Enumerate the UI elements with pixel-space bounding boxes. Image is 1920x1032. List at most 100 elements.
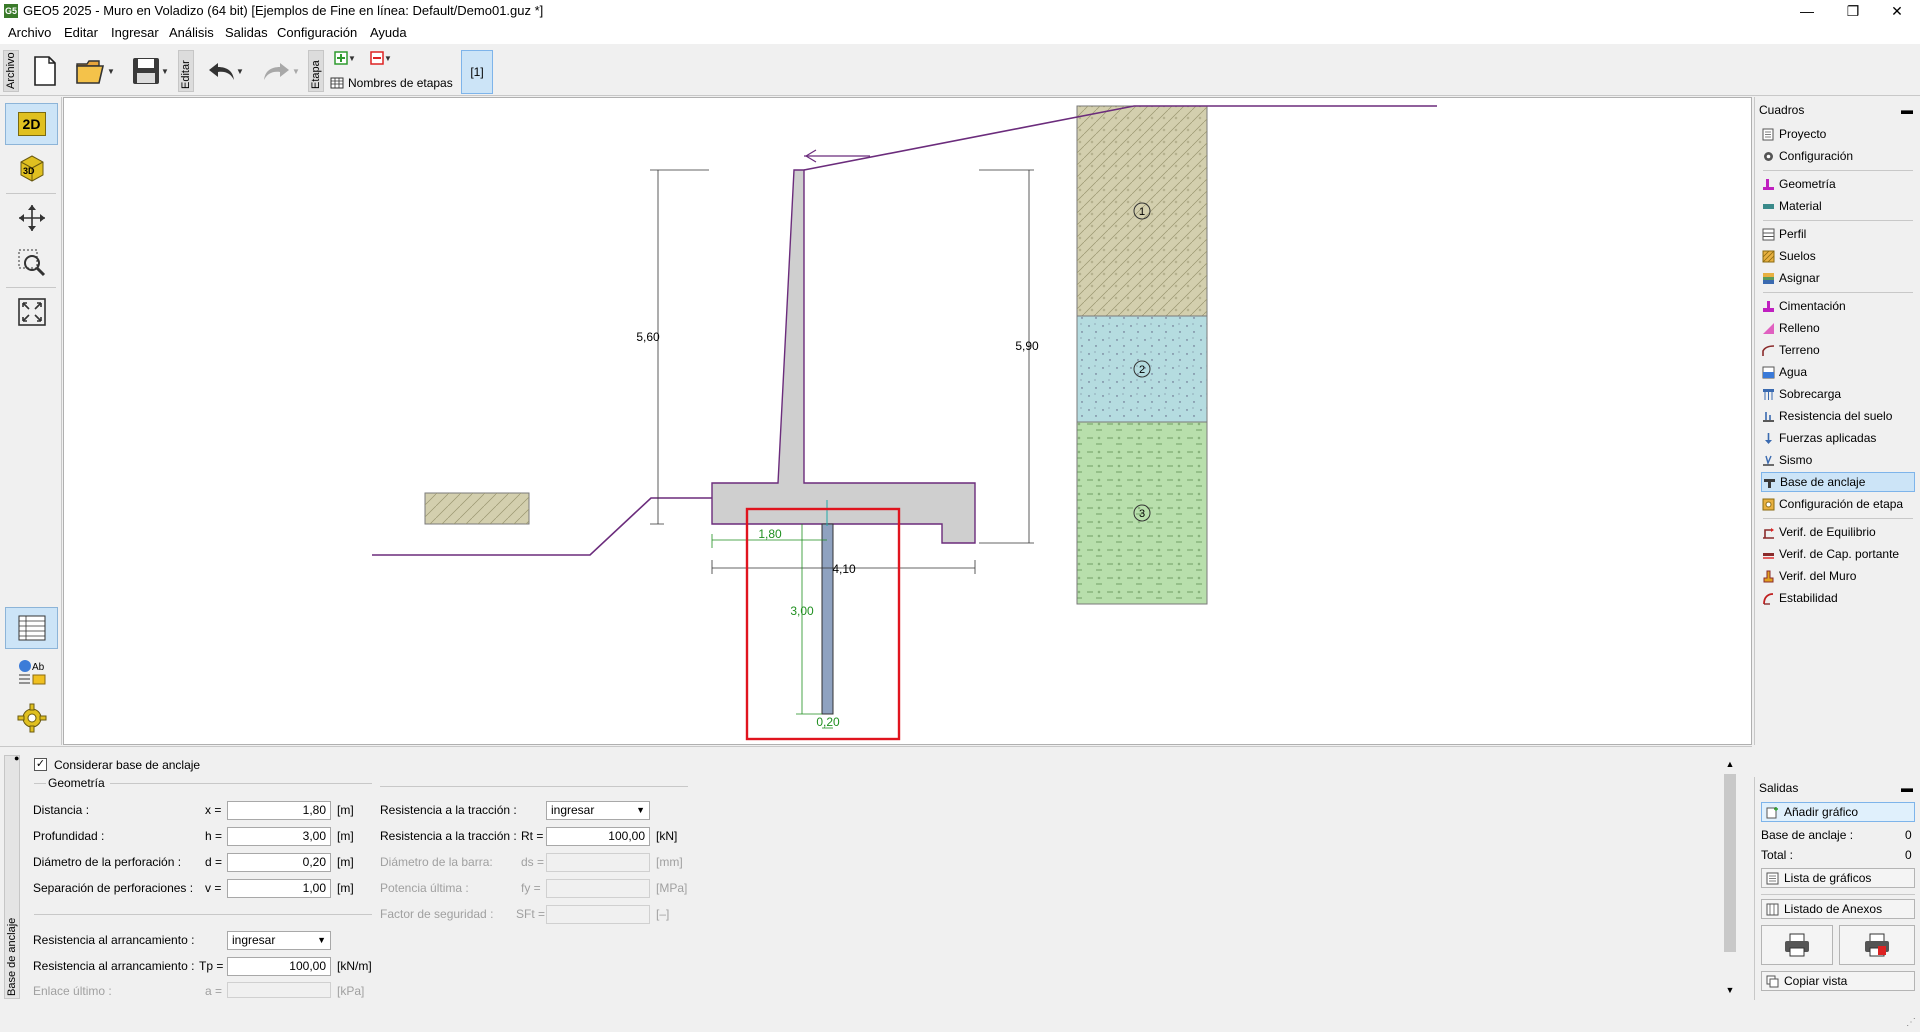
frame-sismo[interactable]: Sismo: [1761, 450, 1915, 470]
add-graphic-button[interactable]: Añadir gráfico: [1761, 802, 1915, 822]
frame-asignar[interactable]: Asignar: [1761, 268, 1915, 288]
frame-configuracion-etapa[interactable]: Configuración de etapa: [1761, 494, 1915, 514]
frame-estabilidad[interactable]: Estabilidad: [1761, 588, 1915, 608]
frame-terreno[interactable]: Terreno: [1761, 340, 1915, 360]
settings-button[interactable]: [5, 697, 58, 739]
add-graphic-icon: [1766, 805, 1780, 819]
save-button[interactable]: ▼: [126, 54, 174, 88]
document-icon: [1761, 127, 1775, 141]
safety-factor-symbol: SFt =: [516, 907, 546, 921]
geometry-section-title: Geometría: [48, 776, 105, 790]
equilibrium-icon: [1761, 525, 1775, 539]
new-file-button[interactable]: [30, 54, 60, 88]
print-export-button[interactable]: [1839, 925, 1915, 965]
frame-sobrecarga[interactable]: Sobrecarga: [1761, 384, 1915, 404]
view-2d-button[interactable]: 2D: [5, 103, 58, 145]
menu-editar[interactable]: Editar: [64, 25, 98, 40]
menu-analisis[interactable]: Análisis: [169, 25, 214, 40]
consider-anchor-base-checkbox[interactable]: ✓: [34, 758, 47, 771]
bar-diameter-label: Diámetro de la barra:: [380, 855, 493, 869]
total-count: 0: [1905, 848, 1912, 862]
remove-stage-icon: [370, 51, 384, 65]
menu-configuracion[interactable]: Configuración: [277, 25, 357, 40]
restore-button[interactable]: ❐: [1830, 0, 1876, 22]
frame-cimentacion[interactable]: Cimentación: [1761, 296, 1915, 316]
zoom-button[interactable]: [5, 242, 58, 284]
frame-resistencia-suelo[interactable]: Resistencia del suelo: [1761, 406, 1915, 426]
spacing-input[interactable]: 1,00: [227, 879, 331, 898]
pin-icon[interactable]: ●: [14, 753, 19, 763]
pullout-input[interactable]: 100,00: [227, 957, 331, 976]
table-view-button[interactable]: [5, 607, 58, 649]
anchor-base-input-panel: Base de anclaje ● ✓ Considerar base de a…: [0, 746, 1752, 1000]
menu-ingresar[interactable]: Ingresar: [111, 25, 159, 40]
undo-button[interactable]: ▼: [200, 54, 250, 88]
frame-geometria[interactable]: Geometría: [1761, 174, 1915, 194]
remove-stage-button[interactable]: ▼: [366, 50, 396, 66]
list-icon: [1766, 871, 1780, 885]
close-button[interactable]: ✕: [1874, 0, 1920, 22]
soils-icon: [1761, 249, 1775, 263]
menu-salidas[interactable]: Salidas: [225, 25, 268, 40]
pullout-mode-label: Resistencia al arrancamiento :: [33, 933, 195, 947]
stage-1-button[interactable]: [1]: [461, 50, 493, 94]
diameter-input[interactable]: 0,20: [227, 853, 331, 872]
frame-suelos[interactable]: Suelos: [1761, 246, 1915, 266]
svg-text:3D: 3D: [23, 166, 35, 176]
pullout-mode-select[interactable]: ingresar ▼: [227, 931, 331, 950]
redo-button[interactable]: ▼: [256, 54, 306, 88]
dim-pile-diameter: 0,20: [816, 715, 840, 729]
collapse-outputs-button[interactable]: ▬: [1901, 781, 1913, 795]
frame-fuerzas-aplicadas[interactable]: Fuerzas aplicadas: [1761, 428, 1915, 448]
spacing-label: Separación de perforaciones :: [33, 881, 194, 895]
soil-label-3: 3: [1139, 508, 1145, 520]
open-file-button[interactable]: ▼: [70, 54, 120, 88]
styles-icon: Ab: [18, 660, 45, 685]
frame-base-de-anclaje[interactable]: Base de anclaje: [1761, 472, 1915, 492]
collapse-frames-button[interactable]: ▬: [1901, 103, 1913, 117]
minimize-button[interactable]: —: [1784, 0, 1830, 22]
frame-relleno[interactable]: Relleno: [1761, 318, 1915, 338]
printer-export-icon: [1865, 933, 1889, 957]
print-button[interactable]: [1761, 925, 1833, 965]
menu-ayuda[interactable]: Ayuda: [370, 25, 407, 40]
ultimate-strength-input: [546, 879, 650, 898]
pan-button[interactable]: [5, 197, 58, 239]
anchor-base-tab[interactable]: Base de anclaje: [4, 755, 20, 999]
copy-view-button[interactable]: Copiar vista: [1761, 971, 1915, 991]
zoom-fit-button[interactable]: [5, 291, 58, 333]
tensile-symbol: Rt =: [521, 829, 544, 843]
scroll-down-button[interactable]: ▼: [1722, 982, 1738, 998]
view-3d-button[interactable]: 3D: [5, 147, 58, 189]
frame-verif-equilibrio[interactable]: Verif. de Equilibrio: [1761, 522, 1915, 542]
bond-unit: [kPa]: [337, 984, 365, 998]
scroll-thumb[interactable]: [1724, 774, 1736, 952]
menu-bar: Archivo Editar Ingresar Análisis Salidas…: [0, 22, 1920, 44]
frame-material[interactable]: Material: [1761, 196, 1915, 216]
stage-names-button[interactable]: Nombres de etapas: [330, 74, 454, 92]
styles-button[interactable]: Ab: [5, 652, 58, 694]
redo-icon: [264, 63, 290, 80]
frame-agua[interactable]: Agua: [1761, 362, 1915, 382]
annex-list-button[interactable]: Listado de Anexos: [1761, 899, 1915, 919]
frame-proyecto[interactable]: Proyecto: [1761, 124, 1915, 144]
graphics-list-button[interactable]: Lista de gráficos: [1761, 868, 1915, 888]
distance-input[interactable]: 1,80: [227, 801, 331, 820]
depth-input[interactable]: 3,00: [227, 827, 331, 846]
frame-perfil[interactable]: Perfil: [1761, 224, 1915, 244]
menu-archivo[interactable]: Archivo: [8, 25, 51, 40]
frame-configuracion[interactable]: Configuración: [1761, 146, 1915, 166]
drawing-canvas[interactable]: 1 2 3 5,60 5,90 4,10 1,80 3,00 0,20: [63, 97, 1752, 745]
form-scrollbar[interactable]: ▲ ▼: [1722, 756, 1738, 1000]
soil-resistance-icon: [1761, 409, 1775, 423]
add-stage-button[interactable]: ▼: [330, 50, 360, 66]
resize-grip-icon[interactable]: ⋰: [1906, 1017, 1916, 1028]
tensile-input[interactable]: 100,00: [546, 827, 650, 846]
assign-icon: [1761, 271, 1775, 285]
pullout-label: Resistencia al arrancamiento :: [33, 959, 195, 973]
tensile-mode-select[interactable]: ingresar ▼: [546, 801, 650, 820]
frames-panel: Cuadros ▬ Proyecto Configuración Geometrí…: [1754, 97, 1920, 745]
frame-verif-cap-portante[interactable]: Verif. de Cap. portante: [1761, 544, 1915, 564]
scroll-up-button[interactable]: ▲: [1722, 756, 1738, 772]
frame-verif-muro[interactable]: Verif. del Muro: [1761, 566, 1915, 586]
